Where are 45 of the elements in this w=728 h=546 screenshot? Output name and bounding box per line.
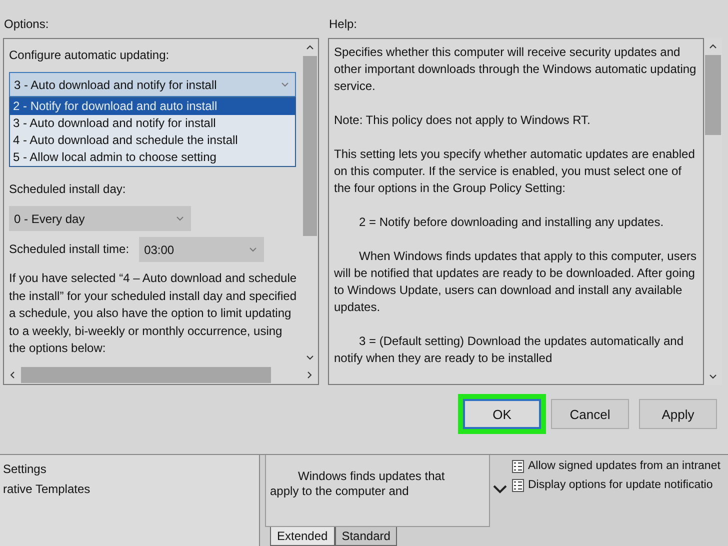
view-tab[interactable]: Extended	[270, 527, 335, 546]
policy-setting-icon	[512, 460, 524, 472]
dropdown-option[interactable]: 3 - Auto download and notify for install	[10, 115, 295, 132]
chevron-left-icon	[10, 371, 15, 379]
scrollbar-thumb[interactable]	[21, 367, 271, 383]
help-paragraph: Specifies whether this computer will receive security updates and other important downloads through the Windows automatic updating service.	[334, 44, 698, 95]
help-paragraph: This setting lets you specify whether automatic updates are enabled on this computer. If the service is enabled, you must select one of the four options in the Group Policy Setting:	[334, 146, 696, 197]
help-paragraph: Note: This policy does not apply to Windows RT.	[334, 112, 592, 129]
install-day-label: Scheduled install day:	[9, 181, 126, 198]
install-time-label: Scheduled install time:	[9, 241, 130, 258]
chevron-down-icon	[306, 355, 314, 360]
dropdown-option[interactable]: 5 - Allow local admin to choose setting	[10, 149, 295, 166]
chevron-down-icon	[176, 216, 184, 221]
chevron-down-icon	[709, 374, 717, 379]
policy-name[interactable]: Display options for update notificatio	[528, 477, 713, 493]
dialog-button[interactable]: OK	[463, 399, 541, 429]
policy-name[interactable]: Allow signed updates from an intranet	[528, 458, 720, 474]
scrollbar-thumb[interactable]	[303, 56, 317, 236]
chevron-down-icon	[281, 82, 289, 87]
dropdown-option[interactable]: 2 - Notify for download and auto install	[10, 98, 295, 115]
chevron-right-icon	[307, 371, 312, 379]
schedule-note: If you have selected “4 – Auto download and schedule the install” for your scheduled install day and specified a schedule, you also have the option to limit updating to a weekly, bi-weekly or monthly occurrence, using the options below:	[9, 270, 298, 357]
tree-item[interactable]: Settings	[3, 461, 259, 478]
dialog-button[interactable]: Cancel	[551, 399, 629, 429]
help-paragraph: When Windows finds updates that apply to this computer, users will be notified that updates are ready to be downloaded. After going to Windows Update, users can download and install any available updates.	[334, 248, 698, 316]
help-label: Help:	[329, 17, 358, 33]
dialog-button[interactable]: Apply	[639, 399, 717, 429]
chevron-up-icon	[709, 44, 717, 49]
chevron-down-icon[interactable]	[493, 485, 507, 494]
tree-item[interactable]: rative Templates	[3, 481, 259, 498]
install-day-dropdown[interactable]: 0 - Every day	[9, 206, 191, 231]
help-paragraph: 2 = Notify before downloading and installing any updates.	[358, 214, 665, 231]
configure-label: Configure automatic updating:	[9, 47, 170, 64]
options-label: Options:	[4, 17, 50, 33]
description-text: apply to the computer and	[270, 484, 410, 499]
update-mode-dropdown[interactable]: 3 - Auto download and notify for install	[9, 72, 296, 97]
help-paragraph: 3 = (Default setting) Download the updates automatically and notify when they are ready to be installed	[334, 333, 685, 367]
view-tab[interactable]: Standard	[334, 527, 398, 546]
chevron-down-icon	[249, 247, 258, 252]
dropdown-option[interactable]: 4 - Auto download and schedule the install	[10, 132, 295, 149]
scrollbar-thumb[interactable]	[705, 55, 721, 135]
chevron-up-icon	[306, 45, 314, 50]
install-time-dropdown[interactable]: 03:00	[139, 237, 264, 262]
description-text: Windows finds updates that	[297, 469, 446, 484]
policy-setting-icon	[512, 478, 524, 492]
